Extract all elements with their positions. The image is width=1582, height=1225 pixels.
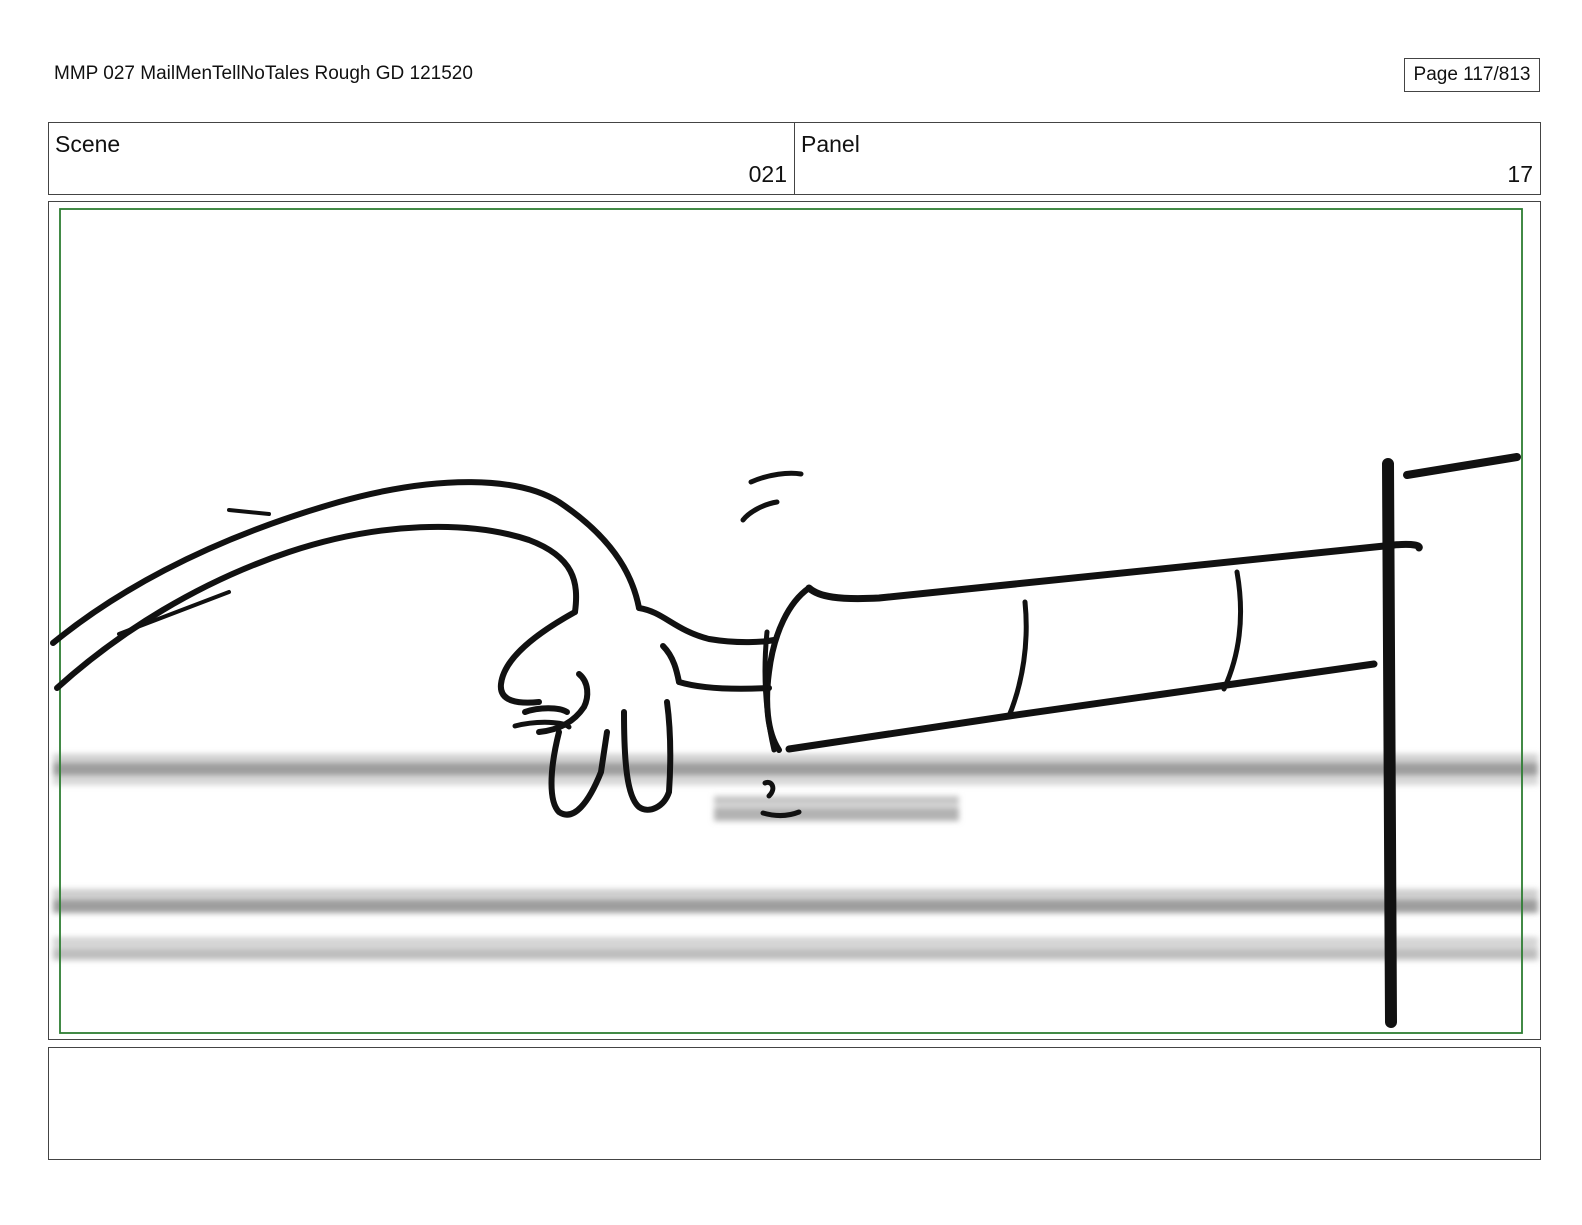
motion-blur-bands <box>53 754 1538 960</box>
scene-panel-info-row: Scene 021 Panel 17 <box>48 122 1541 195</box>
scene-cell: Scene 021 <box>49 123 794 194</box>
storyboard-panel <box>48 201 1541 1040</box>
panel-drawing <box>50 208 1538 1034</box>
scene-number: 021 <box>748 161 787 187</box>
document-title: MMP 027 MailMenTellNoTales Rough GD 1215… <box>54 63 473 84</box>
page-counter: Page 117/813 <box>1404 58 1540 92</box>
panel-notes-box <box>48 1047 1541 1160</box>
panel-number: 17 <box>1507 161 1533 187</box>
panel-cell: Panel 17 <box>794 123 1540 194</box>
scene-label: Scene <box>55 131 121 157</box>
panel-label: Panel <box>801 131 860 157</box>
